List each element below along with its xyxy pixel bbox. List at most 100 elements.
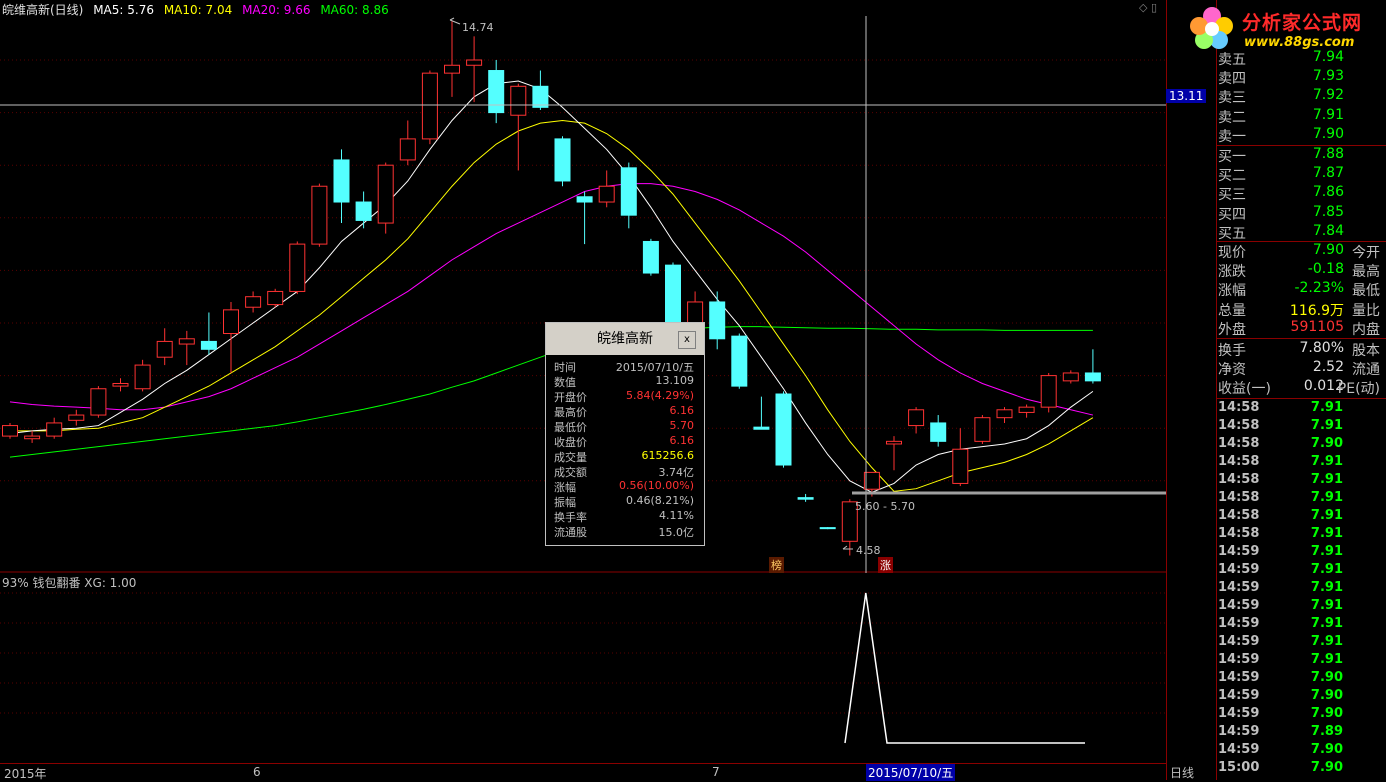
low-arrow (842, 545, 853, 550)
quote-label-secondary: 股本 (1352, 343, 1380, 359)
candle-body (333, 159, 350, 203)
candle-body (178, 338, 195, 345)
candle-body (1084, 372, 1101, 382)
period-label[interactable]: 日线 (1170, 764, 1194, 781)
data-window-row: 开盘价 5.84(4.29%) (550, 389, 698, 404)
quote-value: -0.18 (1307, 261, 1344, 278)
tick-time: 14:59 (1218, 670, 1260, 685)
data-window-row: 最低价 5.70 (550, 419, 698, 434)
quote-label: 现价 (1218, 245, 1246, 261)
tick-price: 7.91 (1310, 652, 1343, 667)
quote-label-secondary: 量比 (1352, 302, 1380, 319)
tick-price: 7.91 (1310, 454, 1343, 469)
tick-price: 7.91 (1310, 562, 1343, 577)
tick-price: 7.91 (1310, 508, 1343, 523)
quote-label-secondary: 今开 (1352, 245, 1380, 261)
candle-body (620, 167, 637, 216)
candle-body (24, 435, 41, 440)
tick-row: 14:59 7.90 (1218, 742, 1384, 760)
candle-body (444, 64, 460, 74)
quote-value: 7.86 (1312, 184, 1344, 201)
data-window-row: 换手率 4.11% (550, 509, 698, 524)
quote-label: 买四 (1218, 206, 1246, 223)
sell-order-row: 卖二 7.91 (1218, 107, 1384, 126)
logo-url: www.88gs.com (1244, 35, 1355, 50)
candle-body (488, 70, 505, 114)
candle-body (377, 164, 394, 224)
sell-order-row: 卖五 7.94 (1218, 49, 1384, 68)
candle-body (46, 422, 63, 437)
candle-body (886, 440, 902, 445)
tick-price: 7.90 (1310, 742, 1343, 757)
tick-row: 14:58 7.91 (1218, 454, 1384, 472)
quote-value: 7.87 (1312, 165, 1344, 182)
data-window-value: 5.70 (669, 419, 695, 432)
tick-row: 14:59 7.91 (1218, 634, 1384, 652)
tick-time: 14:59 (1218, 742, 1260, 757)
tick-time: 14:58 (1218, 454, 1260, 469)
data-window-row: 成交量 615256.6 (550, 449, 698, 464)
tick-price: 7.91 (1310, 526, 1343, 541)
tick-row: 14:59 7.91 (1218, 544, 1384, 562)
candle-body (510, 85, 527, 116)
data-window-key: 收盘价 (554, 436, 587, 449)
candle-body (2, 425, 18, 437)
quote-stat-row: 涨幅 -2.23% 最低 (1218, 280, 1384, 299)
candle-body (267, 290, 284, 306)
data-window-value: 4.11% (659, 509, 694, 522)
tick-row: 14:59 7.90 (1218, 688, 1384, 706)
candle-body (731, 335, 748, 387)
tick-time: 14:58 (1218, 418, 1260, 433)
quote-stat-row: 现价 7.90 今开 (1218, 242, 1384, 261)
quote-label: 买五 (1218, 225, 1246, 242)
panel-separator (1216, 398, 1386, 399)
tick-row: 14:59 7.91 (1218, 580, 1384, 598)
close-button[interactable]: x (678, 331, 696, 349)
sell-order-row: 卖三 7.92 (1218, 87, 1384, 106)
event-badge-zhang[interactable]: 涨 (878, 557, 893, 573)
data-window-header[interactable]: 皖维高新 x (546, 323, 704, 355)
tick-price: 7.91 (1310, 580, 1343, 595)
tick-time: 14:58 (1218, 472, 1260, 487)
quote-stat-row: 收益(一) 0.012 PE(动) (1218, 378, 1384, 397)
tick-time: 14:58 (1218, 436, 1260, 451)
quote-label: 卖一 (1218, 128, 1246, 145)
axis-label-june: 6 (253, 765, 261, 779)
data-window-key: 数值 (554, 376, 576, 389)
range-label: 5.60 - 5.70 (855, 500, 915, 513)
data-window-value: 3.74亿 (658, 466, 695, 479)
candle-body (952, 448, 969, 484)
quote-stat-row: 涨跌 -0.18 最高 (1218, 261, 1384, 280)
quote-value: 591105 (1290, 318, 1344, 335)
event-badge-bang[interactable]: 榜 (769, 557, 784, 573)
tick-time: 14:59 (1218, 544, 1260, 559)
tick-time: 14:58 (1218, 490, 1260, 505)
panel-separator (1216, 338, 1386, 339)
quote-label: 总量 (1218, 302, 1246, 319)
data-window-value: 0.46(8.21%) (625, 494, 694, 507)
quote-value: 7.80% (1299, 340, 1344, 356)
tick-time: 14:59 (1218, 706, 1260, 721)
tick-time: 14:58 (1218, 400, 1260, 415)
tick-time: 14:59 (1218, 598, 1260, 613)
data-window[interactable]: 皖维高新 x 时间 2015/07/10/五 数值 13.109 开盘价 5.84(4.2… (545, 322, 705, 546)
data-window-key: 涨幅 (554, 481, 576, 494)
site-logo: 分析家公式网 www.88gs.com (1186, 2, 1386, 54)
data-window-key: 最高价 (554, 406, 587, 419)
data-window-value: 2015/07/10/五 (615, 361, 694, 374)
indicator-chart[interactable]: 1.000.800.600.400.20 (0, 573, 1166, 763)
data-window-value: 6.16 (669, 434, 695, 447)
tick-row: 14:59 7.91 (1218, 652, 1384, 670)
quote-label: 收益(一) (1218, 381, 1271, 398)
quote-label: 净资 (1218, 362, 1246, 379)
candle-body (709, 301, 726, 340)
quote-label-secondary: 流通 (1352, 362, 1380, 379)
quote-value: 7.90 (1312, 125, 1344, 142)
quote-value: 116.9万 (1289, 302, 1344, 319)
data-window-row: 时间 2015/07/10/五 (550, 359, 698, 374)
data-window-row: 收盘价 6.16 (550, 434, 698, 449)
quote-stat-row: 总量 116.9万 量比 (1218, 300, 1384, 319)
tick-time: 15:00 (1218, 760, 1260, 775)
candle-body (576, 196, 593, 203)
quote-label: 买三 (1218, 187, 1246, 204)
